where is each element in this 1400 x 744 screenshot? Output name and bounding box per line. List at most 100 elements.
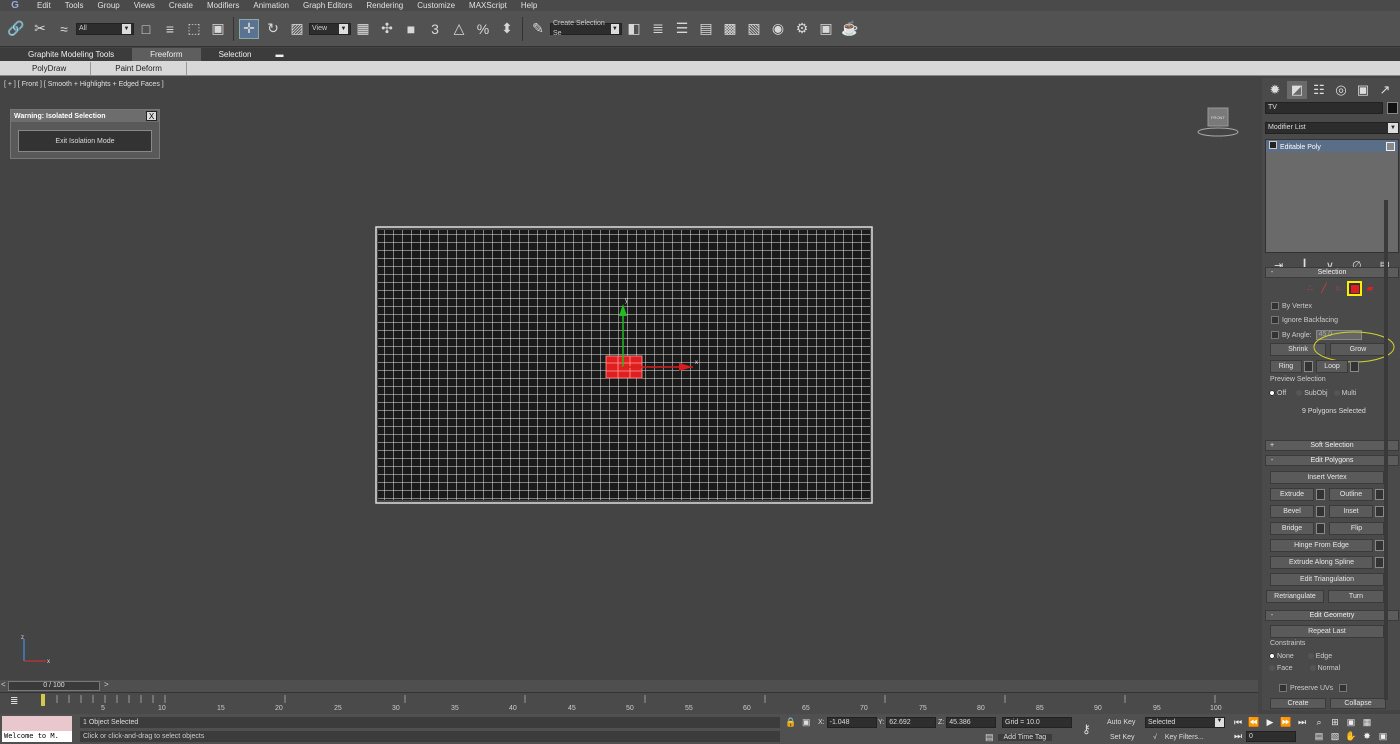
outline-button[interactable]: Outline xyxy=(1329,488,1373,501)
ring-spinner[interactable] xyxy=(1304,361,1313,372)
reference-coordinate-dropdown[interactable]: View ▼ xyxy=(309,22,351,35)
ribbon-minimize-icon[interactable]: ▬ xyxy=(270,48,290,61)
menu-tools[interactable]: Tools xyxy=(58,0,91,11)
stack-item-toggle[interactable] xyxy=(1386,141,1395,151)
ribbon-polydraw[interactable]: PolyDraw xyxy=(8,61,92,75)
manipulate-icon[interactable]: ✣ xyxy=(377,19,397,39)
y-field[interactable]: 62.692 xyxy=(886,717,937,728)
tab-selection[interactable]: Selection xyxy=(201,48,270,61)
key-mode-dropdown[interactable]: Selected ▼ xyxy=(1145,717,1225,728)
collapse-button[interactable]: Collapse xyxy=(1330,698,1386,709)
menu-create[interactable]: Create xyxy=(162,0,200,11)
menu-group[interactable]: Group xyxy=(90,0,126,11)
bevel-button[interactable]: Bevel xyxy=(1270,505,1314,518)
x-field[interactable]: -1.048 xyxy=(826,717,877,728)
extrude-along-spline-button[interactable]: Extrude Along Spline xyxy=(1270,556,1373,569)
stack-item-editable-poly[interactable]: Editable Poly xyxy=(1266,140,1398,152)
rendered-frame-window-icon[interactable]: ▣ xyxy=(816,19,836,39)
render-production-icon[interactable]: ☕ xyxy=(840,19,860,39)
extrude-button[interactable]: Extrude xyxy=(1270,488,1314,501)
menu-rendering[interactable]: Rendering xyxy=(359,0,410,11)
keyboard-shortcut-override-icon[interactable]: ■ xyxy=(401,19,421,39)
soft-selection-rollout-header[interactable]: + Soft Selection xyxy=(1265,440,1399,451)
material-editor-icon[interactable]: ◉ xyxy=(768,19,788,39)
bridge-button[interactable]: Bridge xyxy=(1270,522,1314,535)
constraint-face-radio[interactable] xyxy=(1269,665,1275,671)
time-slider-handle[interactable]: 0 / 100 xyxy=(8,681,100,691)
create-button[interactable]: Create xyxy=(1270,698,1326,709)
hinge-settings-icon[interactable] xyxy=(1375,540,1384,551)
front-viewport[interactable]: [ + ] [ Front ] [ Smooth + Highlights + … xyxy=(0,78,1258,680)
repeat-last-button[interactable]: Repeat Last xyxy=(1270,625,1384,638)
orbit-icon[interactable]: ✸ xyxy=(1361,730,1373,742)
zoom-region-icon[interactable]: ▧ xyxy=(1329,730,1341,742)
vertex-level-icon[interactable]: ∴ xyxy=(1304,282,1316,294)
preserve-uvs-settings-icon[interactable] xyxy=(1339,684,1348,692)
align-icon[interactable]: ≣ xyxy=(648,19,668,39)
current-frame-field[interactable]: 0 xyxy=(1246,731,1296,742)
bridge-settings-icon[interactable] xyxy=(1316,523,1325,534)
x-coordinate[interactable]: X: -1.048 xyxy=(818,717,877,728)
unlink-icon[interactable]: ✂ xyxy=(30,19,50,39)
polygon-level-icon[interactable] xyxy=(1347,281,1362,296)
zoom-extents-all-icon[interactable]: ▦ xyxy=(1361,716,1373,728)
by-angle-checkbox[interactable] xyxy=(1271,331,1279,339)
tv-mesh-object[interactable]: y x xyxy=(375,226,873,504)
object-color-swatch[interactable] xyxy=(1387,102,1398,114)
hierarchy-tab-icon[interactable]: ☷ xyxy=(1309,81,1329,99)
add-time-tag[interactable]: ▤ Add Time Tag xyxy=(985,732,1053,743)
constraint-none-radio[interactable] xyxy=(1269,653,1275,659)
selection-rollout-header[interactable]: - Selection xyxy=(1265,267,1399,278)
pan-view-icon[interactable]: ✋ xyxy=(1345,730,1357,742)
object-name-input[interactable]: TV xyxy=(1265,102,1383,114)
render-setup-icon[interactable]: ⚙ xyxy=(792,19,812,39)
go-to-end-icon[interactable]: ⏭ xyxy=(1296,716,1308,728)
named-selection-sets-dropdown[interactable]: Create Selection Se ▼ xyxy=(550,20,622,37)
edit-triangulation-button[interactable]: Edit Triangulation xyxy=(1270,573,1384,586)
angle-snap-icon[interactable]: △ xyxy=(449,19,469,39)
maximize-viewport-icon[interactable]: ▣ xyxy=(1377,730,1389,742)
zoom-all-icon[interactable]: ⊞ xyxy=(1329,716,1341,728)
zoom-icon[interactable]: ⌕ xyxy=(1313,716,1325,728)
utilities-tab-icon[interactable]: ↗ xyxy=(1375,81,1395,99)
exit-isolation-mode-button[interactable]: Exit Isolation Mode xyxy=(18,130,152,152)
ignore-backfacing-checkbox[interactable] xyxy=(1271,316,1279,324)
selection-filter-dropdown[interactable]: All ▼ xyxy=(76,22,134,35)
motion-tab-icon[interactable]: ◎ xyxy=(1331,81,1351,99)
select-by-name-icon[interactable]: ≡ xyxy=(160,19,180,39)
edit-polygons-rollout-header[interactable]: - Edit Polygons xyxy=(1265,455,1399,466)
select-object-icon[interactable]: □ xyxy=(136,19,156,39)
close-icon[interactable]: X xyxy=(146,111,157,121)
menu-graph-editors[interactable]: Graph Editors xyxy=(296,0,359,11)
flip-button[interactable]: Flip xyxy=(1329,522,1384,535)
menu-modifiers[interactable]: Modifiers xyxy=(200,0,246,11)
pivot-center-icon[interactable]: ▦ xyxy=(353,19,373,39)
outline-settings-icon[interactable] xyxy=(1375,489,1384,500)
application-button[interactable]: G xyxy=(0,0,30,11)
key-filters-button[interactable]: √ Key Filters... xyxy=(1153,732,1204,743)
viewport-label[interactable]: [ + ] [ Front ] [ Smooth + Highlights + … xyxy=(4,81,164,88)
set-key-icon[interactable]: ⚷ xyxy=(1082,722,1091,736)
next-frame-icon[interactable]: ⏩ xyxy=(1280,716,1292,728)
retriangulate-button[interactable]: Retriangulate xyxy=(1266,590,1324,603)
maxscript-listener-output[interactable]: Welcome to M. xyxy=(2,731,72,742)
loop-spinner[interactable] xyxy=(1350,361,1359,372)
key-mode-toggle-icon[interactable]: ⏭ xyxy=(1232,730,1244,742)
menu-views[interactable]: Views xyxy=(127,0,162,11)
element-level-icon[interactable]: ▰ xyxy=(1364,282,1376,294)
border-level-icon[interactable]: ○ xyxy=(1332,282,1344,294)
select-and-move-icon[interactable]: ✛ xyxy=(239,18,259,39)
constraint-edge-radio[interactable] xyxy=(1307,653,1314,659)
preview-subobj-radio[interactable] xyxy=(1296,390,1303,396)
snaps-toggle-icon[interactable]: 3 xyxy=(425,19,445,39)
constraint-normal-radio[interactable] xyxy=(1309,665,1316,671)
extrude-settings-icon[interactable] xyxy=(1316,489,1325,500)
spinner-snap-icon[interactable]: ⬍ xyxy=(497,19,517,39)
select-and-rotate-icon[interactable]: ↻ xyxy=(263,19,283,39)
modifier-list-dropdown[interactable]: Modifier List ▼ xyxy=(1265,122,1399,134)
light-bulb-icon[interactable] xyxy=(1269,141,1277,149)
extrude-spline-settings-icon[interactable] xyxy=(1375,557,1384,568)
y-coordinate[interactable]: Y: 62.692 xyxy=(878,717,937,728)
percent-snap-icon[interactable]: % xyxy=(473,19,493,39)
graphite-toggle-icon[interactable]: ▤ xyxy=(696,19,716,39)
